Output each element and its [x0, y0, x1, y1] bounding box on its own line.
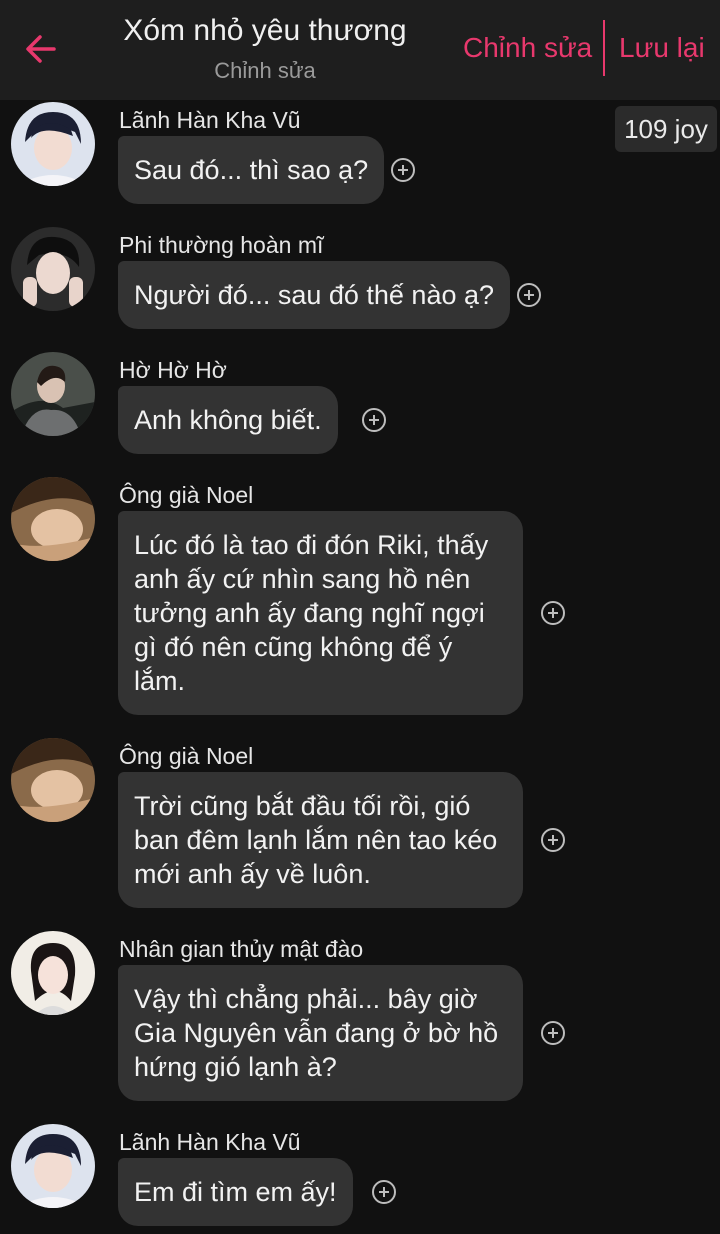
add-reaction-icon[interactable]	[541, 601, 565, 625]
message-bubble[interactable]: Sau đó... thì sao ạ?	[118, 136, 385, 204]
arrow-left-icon	[26, 35, 56, 63]
sender-name: Nhân gian thủy mật đào	[119, 936, 364, 962]
chat-subtitle: Chỉnh sửa	[214, 58, 316, 83]
avatar-photo-icon	[11, 931, 95, 1015]
sender-name: Lãnh Hàn Kha Vũ	[119, 107, 301, 133]
add-reaction-icon[interactable]	[541, 828, 565, 852]
message-bubble[interactable]: Lúc đó là tao đi đón Riki, thấy anh ấy c…	[118, 511, 523, 715]
back-button[interactable]	[18, 26, 64, 72]
save-button[interactable]: Lưu lại	[619, 32, 705, 64]
avatar-photo-icon	[11, 227, 95, 311]
add-reaction-icon[interactable]	[391, 158, 415, 182]
avatar[interactable]	[11, 227, 95, 311]
message-bubble[interactable]: Anh không biết.	[118, 386, 338, 454]
add-reaction-icon[interactable]	[372, 1180, 396, 1204]
sender-name: Hờ Hờ Hờ	[119, 357, 227, 383]
message-bubble[interactable]: Em đi tìm em ấy!	[118, 1158, 353, 1226]
joy-count-badge: 109 joy	[615, 106, 717, 152]
add-reaction-icon[interactable]	[541, 1021, 565, 1045]
sender-name: Ông già Noel	[119, 482, 254, 508]
add-reaction-icon[interactable]	[362, 408, 386, 432]
add-reaction-icon[interactable]	[517, 283, 541, 307]
avatar-photo-icon	[11, 1124, 95, 1208]
header-divider	[603, 20, 605, 76]
avatar-photo-icon	[11, 477, 95, 561]
avatar[interactable]	[11, 477, 95, 561]
message-bubble[interactable]: Trời cũng bắt đầu tối rồi, gió ban đêm l…	[118, 772, 523, 908]
avatar[interactable]	[11, 931, 95, 1015]
avatar[interactable]	[11, 352, 95, 436]
avatar[interactable]	[11, 102, 95, 186]
top-bar: Xóm nhỏ yêu thương Chỉnh sửa Chỉnh sửa L…	[0, 0, 720, 100]
message-bubble[interactable]: Người đó... sau đó thế nào ạ?	[118, 261, 511, 329]
chat-title: Xóm nhỏ yêu thương	[123, 14, 407, 47]
avatar[interactable]	[11, 1124, 95, 1208]
avatar-photo-icon	[11, 352, 95, 436]
avatar[interactable]	[11, 738, 95, 822]
avatar-photo-icon	[11, 102, 95, 186]
sender-name: Lãnh Hàn Kha Vũ	[119, 1129, 301, 1155]
edit-button[interactable]: Chỉnh sửa	[463, 32, 592, 64]
sender-name: Ông già Noel	[119, 743, 254, 769]
sender-name: Phi thường hoàn mĩ	[119, 232, 324, 258]
message-bubble[interactable]: Vậy thì chẳng phải... bây giờ Gia Nguyên…	[118, 965, 523, 1101]
avatar-photo-icon	[11, 738, 95, 822]
